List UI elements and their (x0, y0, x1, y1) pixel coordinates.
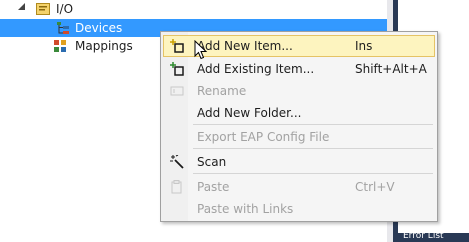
menu-item-scan[interactable]: Scan (163, 151, 435, 173)
menu-item-shortcut: Ins (355, 39, 373, 53)
menu-item-label: Export EAP Config File (197, 130, 330, 144)
mouse-cursor-icon (194, 40, 208, 60)
menu-item-export-eap-config-file[interactable]: Export EAP Config File (163, 126, 435, 148)
menu-item-label: Paste with Links (197, 202, 294, 216)
paste-icon (171, 180, 182, 194)
tree-item-label: I/O (56, 2, 74, 16)
menu-item-label: Rename (197, 84, 247, 98)
tree-item-io[interactable]: I/O (0, 0, 387, 18)
add-new-item-icon (170, 39, 184, 53)
menu-separator (193, 173, 433, 174)
menu-separator (193, 148, 433, 149)
menu-item-shortcut: Shift+Alt+A (355, 62, 427, 76)
menu-item-add-new-folder[interactable]: Add New Folder... (163, 102, 435, 124)
menu-item-paste-with-links[interactable]: Paste with Links (163, 198, 435, 220)
menu-item-label: Scan (197, 155, 227, 169)
menu-item-shortcut: Ctrl+V (355, 180, 395, 194)
menu-item-label: Paste (197, 180, 230, 194)
menu-item-label: Add New Item... (197, 39, 293, 53)
mappings-icon (54, 40, 66, 52)
menu-item-paste[interactable]: Paste Ctrl+V (163, 176, 435, 198)
bottom-panel-tab-label[interactable]: Error List (403, 231, 444, 241)
expand-arrow-icon[interactable] (18, 3, 25, 10)
menu-separator (193, 124, 433, 125)
tree-item-label: Mappings (75, 39, 133, 53)
menu-item-add-existing-item[interactable]: Add Existing Item... Shift+Alt+A (163, 58, 435, 80)
add-existing-item-icon (170, 62, 184, 76)
devices-icon (57, 22, 69, 34)
tree-item-label: Devices (75, 21, 123, 35)
scan-wand-icon (170, 155, 184, 169)
io-folder-icon (36, 3, 50, 15)
menu-item-rename[interactable]: Rename (163, 80, 435, 102)
rename-icon (170, 86, 184, 96)
menu-item-label: Add New Folder... (197, 106, 302, 120)
menu-item-label: Add Existing Item... (197, 62, 315, 76)
